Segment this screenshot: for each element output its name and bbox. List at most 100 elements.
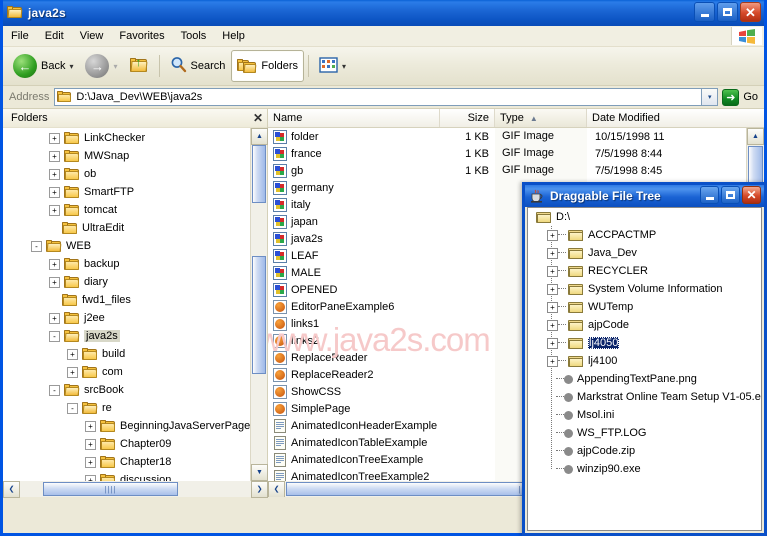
folders-scroll-thumb[interactable] — [252, 256, 266, 374]
dialog-close-button[interactable]: ✕ — [742, 186, 761, 204]
folder-tree-node[interactable]: + backup — [3, 255, 267, 273]
close-button[interactable]: ✕ — [740, 2, 761, 22]
collapse-toggle-icon[interactable]: - — [31, 240, 42, 252]
expand-toggle-icon[interactable]: + — [49, 258, 60, 270]
go-button[interactable]: ➜ Go — [718, 88, 764, 106]
expand-toggle-icon[interactable]: + — [547, 265, 558, 277]
list-scroll-up-button[interactable]: ▲ — [747, 128, 764, 145]
folder-tree-node[interactable]: fwd1_files — [3, 291, 267, 309]
expand-toggle-icon[interactable]: + — [49, 186, 60, 198]
folder-tree-node[interactable]: + SmartFTP — [3, 183, 267, 201]
expand-toggle-icon[interactable]: + — [547, 283, 558, 295]
expand-toggle-icon[interactable]: + — [547, 337, 558, 349]
dialog-tree-node[interactable]: winzip90.exe — [528, 460, 761, 478]
folder-tree-node[interactable]: + tomcat — [3, 201, 267, 219]
folder-tree-node[interactable]: + LinkChecker — [3, 129, 267, 147]
folder-tree-node[interactable]: + Chapter09 — [3, 435, 267, 453]
folders-hscroll-thumb[interactable]: |||| — [43, 482, 178, 496]
expand-toggle-icon[interactable]: + — [85, 456, 96, 468]
folders-button[interactable]: Folders — [231, 50, 305, 82]
dialog-tree-node[interactable]: WS_FTP.LOG — [528, 424, 761, 442]
folders-scroll-thumb-top[interactable] — [252, 145, 266, 203]
expand-toggle-icon[interactable]: + — [547, 247, 558, 259]
address-input[interactable]: D:\Java_Dev\WEB\java2s — [54, 88, 703, 106]
folder-tree-node[interactable]: + com — [3, 363, 267, 381]
folder-tree-node[interactable]: + MWSnap — [3, 147, 267, 165]
folder-tree-node[interactable]: + discussion — [3, 471, 267, 481]
expand-toggle-icon[interactable]: + — [49, 150, 60, 162]
minimize-button[interactable] — [694, 2, 715, 22]
expand-toggle-icon[interactable]: + — [67, 366, 78, 378]
views-button[interactable]: ▾ — [313, 50, 352, 82]
folder-tree-node[interactable]: - java2s — [3, 327, 267, 345]
expand-toggle-icon[interactable]: + — [547, 319, 558, 331]
folders-scroll-right-button[interactable]: ❯ — [251, 480, 268, 498]
expand-toggle-icon[interactable]: + — [49, 168, 60, 180]
maximize-button[interactable] — [717, 2, 738, 22]
menu-help[interactable]: Help — [214, 28, 253, 44]
file-list-row[interactable]: gb 1 KB GIF Image 7/5/1998 8:45 — [268, 162, 747, 179]
up-button[interactable]: ↑ — [124, 50, 155, 82]
dialog-tree-node[interactable]: + lj4100 — [528, 352, 761, 370]
folder-tree-node[interactable]: - WEB — [3, 237, 267, 255]
expand-toggle-icon[interactable]: + — [547, 229, 558, 241]
folder-tree-node[interactable]: + build — [3, 345, 267, 363]
folder-tree-node[interactable]: UltraEdit — [3, 219, 267, 237]
collapse-toggle-icon[interactable]: - — [49, 330, 60, 342]
dialog-minimize-button[interactable] — [700, 186, 719, 204]
column-header-date[interactable]: Date Modified — [587, 109, 697, 127]
window-titlebar[interactable]: java2s ✕ — [3, 0, 764, 26]
dialog-tree-node[interactable]: + RECYCLER — [528, 262, 761, 280]
dialog-tree[interactable]: D:\ + ACCPACTMP + Java_Dev + RECYCLER + System V… — [527, 207, 762, 531]
folders-hscrollbar[interactable]: ❮ |||| ❯ — [3, 480, 268, 498]
column-header-size[interactable]: Size — [440, 109, 495, 127]
dialog-tree-node[interactable]: AppendingTextPane.png — [528, 370, 761, 388]
expand-toggle-icon[interactable]: + — [49, 204, 60, 216]
dialog-tree-node[interactable]: Msol.ini — [528, 406, 761, 424]
folders-vscrollbar[interactable]: ▲ ▼ — [250, 128, 268, 481]
folders-pane-close-icon[interactable]: ✕ — [253, 111, 263, 125]
collapse-toggle-icon[interactable]: - — [49, 384, 60, 396]
folder-tree-node[interactable]: + Chapter18 — [3, 453, 267, 471]
folders-scroll-down-button[interactable]: ▼ — [251, 464, 268, 481]
expand-toggle-icon[interactable]: + — [67, 348, 78, 360]
menu-edit[interactable]: Edit — [37, 28, 72, 44]
folders-scroll-up-button[interactable]: ▲ — [251, 128, 268, 145]
folders-tree[interactable]: + LinkChecker + MWSnap + ob + SmartFTP + tomcat Ul… — [3, 128, 267, 481]
column-header-name[interactable]: Name — [268, 109, 440, 127]
menu-file[interactable]: File — [3, 28, 37, 44]
dialog-titlebar[interactable]: Draggable File Tree ✕ — [525, 185, 764, 207]
expand-toggle-icon[interactable]: + — [49, 312, 60, 324]
dialog-maximize-button[interactable] — [721, 186, 740, 204]
menu-tools[interactable]: Tools — [173, 28, 215, 44]
menu-favorites[interactable]: Favorites — [111, 28, 172, 44]
dialog-tree-node[interactable]: ajpCode.zip — [528, 442, 761, 460]
forward-button[interactable]: → ▾ — [79, 50, 123, 82]
folder-tree-node[interactable]: - re — [3, 399, 267, 417]
list-scroll-left-button[interactable]: ❮ — [268, 480, 285, 497]
dialog-tree-node[interactable]: + lj4050 — [528, 334, 761, 352]
file-list-row[interactable]: folder 1 KB GIF Image 10/15/1998 11 — [268, 128, 747, 145]
expand-toggle-icon[interactable]: + — [85, 420, 96, 432]
address-dropdown-button[interactable]: ▾ — [702, 88, 719, 106]
dialog-tree-node[interactable]: Markstrat Online Team Setup V1-05.exe — [528, 388, 761, 406]
back-dropdown-caret[interactable]: ▾ — [69, 62, 73, 71]
forward-dropdown-caret[interactable]: ▾ — [113, 62, 117, 71]
expand-toggle-icon[interactable]: + — [547, 355, 558, 367]
dialog-tree-node[interactable]: + ajpCode — [528, 316, 761, 334]
dialog-tree-node[interactable]: + System Volume Information — [528, 280, 761, 298]
search-button[interactable]: Search — [164, 50, 232, 82]
back-button[interactable]: ← Back ▾ — [7, 50, 79, 82]
folder-tree-node[interactable]: + diary — [3, 273, 267, 291]
collapse-toggle-icon[interactable]: - — [67, 402, 78, 414]
column-header-type[interactable]: Type ▲ — [495, 109, 587, 127]
views-dropdown-caret[interactable]: ▾ — [342, 62, 346, 71]
expand-toggle-icon[interactable]: + — [547, 301, 558, 313]
folder-tree-node[interactable]: + j2ee — [3, 309, 267, 327]
file-list-row[interactable]: france 1 KB GIF Image 7/5/1998 8:44 — [268, 145, 747, 162]
dialog-tree-node[interactable]: + WUTemp — [528, 298, 761, 316]
expand-toggle-icon[interactable]: + — [49, 132, 60, 144]
folder-tree-node[interactable]: + BeginningJavaServerPages — [3, 417, 267, 435]
dialog-tree-node[interactable]: + Java_Dev — [528, 244, 761, 262]
folders-scroll-left-button[interactable]: ❮ — [3, 480, 20, 498]
